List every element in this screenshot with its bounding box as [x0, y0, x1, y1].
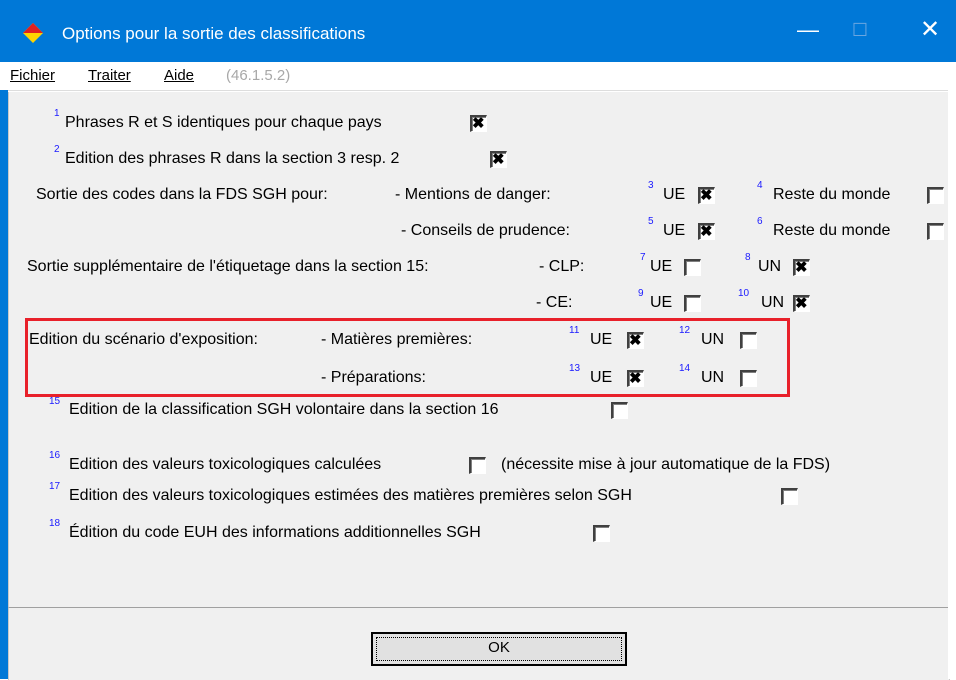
mentions-ue-checkbox[interactable]	[698, 186, 715, 204]
options-panel: 1 Phrases R et S identiques pour chaque …	[8, 92, 950, 607]
focus-rect	[376, 637, 622, 661]
clp-un-checkbox[interactable]	[793, 258, 810, 276]
reste-label-6: Reste du monde	[773, 222, 891, 239]
version-label: (46.1.5.2)	[226, 67, 291, 84]
tox-calc-note: (nécessite mise à jour automatique de la…	[501, 456, 831, 473]
footnote-3: 3	[648, 180, 654, 191]
options-window: Options pour la sortie des classificatio…	[0, 0, 956, 680]
un-label-10: UN	[761, 294, 785, 311]
footnote-4: 4	[757, 180, 763, 191]
euh-label: Édition du code EUH des informations add…	[69, 524, 481, 541]
ue-label-11: UE	[590, 331, 613, 348]
preparations-un-checkbox[interactable]	[740, 370, 757, 387]
footnote-6: 6	[757, 216, 763, 227]
footnote-17: 17	[49, 481, 61, 492]
ue-label-9: UE	[650, 294, 673, 311]
menu-traiter[interactable]: Traiter	[88, 67, 131, 84]
ue-label-13: UE	[590, 369, 613, 386]
ue-label-3: UE	[663, 186, 686, 203]
clp-label: - CLP:	[539, 258, 585, 275]
minimize-button[interactable]: —	[786, 16, 830, 46]
ok-button[interactable]: OK	[371, 632, 627, 666]
window-title: Options pour la sortie des classificatio…	[62, 24, 366, 43]
tox-est-checkbox[interactable]	[781, 488, 798, 505]
phrases-rs-checkbox[interactable]	[470, 114, 487, 132]
button-bar: OK	[8, 607, 950, 680]
footnote-11: 11	[569, 325, 580, 336]
edition-r-checkbox[interactable]	[490, 150, 507, 168]
matieres-label: - Matières premières:	[321, 331, 473, 348]
reste-label-4: Reste du monde	[773, 186, 891, 203]
footnote-14: 14	[679, 363, 691, 374]
matieres-un-checkbox[interactable]	[740, 332, 757, 349]
title-bar: Options pour la sortie des classificatio…	[0, 0, 956, 62]
menu-bar: Fichier Traiter Aide (46.1.5.2)	[0, 62, 956, 91]
mentions-reste-checkbox[interactable]	[927, 187, 944, 204]
conseils-label: - Conseils de prudence:	[401, 222, 570, 239]
sortie-supp-label: Sortie supplémentaire de l'étiquetage da…	[27, 258, 429, 275]
footnote-18: 18	[49, 518, 61, 529]
conseils-reste-checkbox[interactable]	[927, 223, 944, 240]
tox-calc-checkbox[interactable]	[469, 457, 486, 474]
footnote-8: 8	[745, 252, 751, 263]
preparations-ue-checkbox[interactable]	[627, 369, 644, 387]
mentions-label: - Mentions de danger:	[395, 186, 551, 203]
maximize-button[interactable]: ☐	[838, 16, 882, 46]
footnote-2: 2	[54, 144, 60, 155]
footnote-5: 5	[648, 216, 654, 227]
edition-r-label: Edition des phrases R dans la section 3 …	[65, 150, 400, 167]
un-label-14: UN	[701, 369, 725, 386]
clp-ue-checkbox[interactable]	[684, 259, 701, 276]
app-diamond-icon	[23, 23, 43, 43]
tox-est-label: Edition des valeurs toxicologiques estim…	[69, 487, 632, 504]
menu-aide[interactable]: Aide	[164, 67, 194, 84]
euh-checkbox[interactable]	[593, 525, 610, 542]
footnote-9: 9	[638, 288, 644, 299]
conseils-ue-checkbox[interactable]	[698, 222, 715, 240]
ue-label-7: UE	[650, 258, 673, 275]
ue-label-5: UE	[663, 222, 686, 239]
footnote-7: 7	[640, 252, 646, 263]
footnote-1: 1	[54, 108, 60, 119]
ce-label: - CE:	[536, 294, 573, 311]
sortie-codes-label: Sortie des codes dans la FDS SGH pour:	[36, 186, 328, 203]
edition-scenario-label: Edition du scénario d'exposition:	[29, 331, 258, 348]
menu-fichier[interactable]: Fichier	[10, 67, 55, 84]
footnote-16: 16	[49, 450, 61, 461]
tox-calc-label: Edition des valeurs toxicologiques calcu…	[69, 456, 382, 473]
footnote-12: 12	[679, 325, 691, 336]
footnote-10: 10	[738, 288, 750, 299]
preparations-label: - Préparations:	[321, 369, 426, 386]
un-label-8: UN	[758, 258, 782, 275]
sgh-vol-checkbox[interactable]	[611, 402, 628, 419]
footnote-13: 13	[569, 363, 581, 374]
window-left-border	[0, 90, 8, 679]
matieres-ue-checkbox[interactable]	[627, 331, 644, 349]
close-button[interactable]: ✕	[908, 16, 952, 46]
ce-ue-checkbox[interactable]	[684, 295, 701, 312]
sgh-vol-label: Edition de la classification SGH volonta…	[69, 401, 499, 418]
ce-un-checkbox[interactable]	[793, 294, 810, 312]
phrases-rs-label: Phrases R et S identiques pour chaque pa…	[65, 114, 382, 131]
footnote-15: 15	[49, 396, 61, 407]
window-right-border	[948, 90, 956, 679]
un-label-12: UN	[701, 331, 725, 348]
